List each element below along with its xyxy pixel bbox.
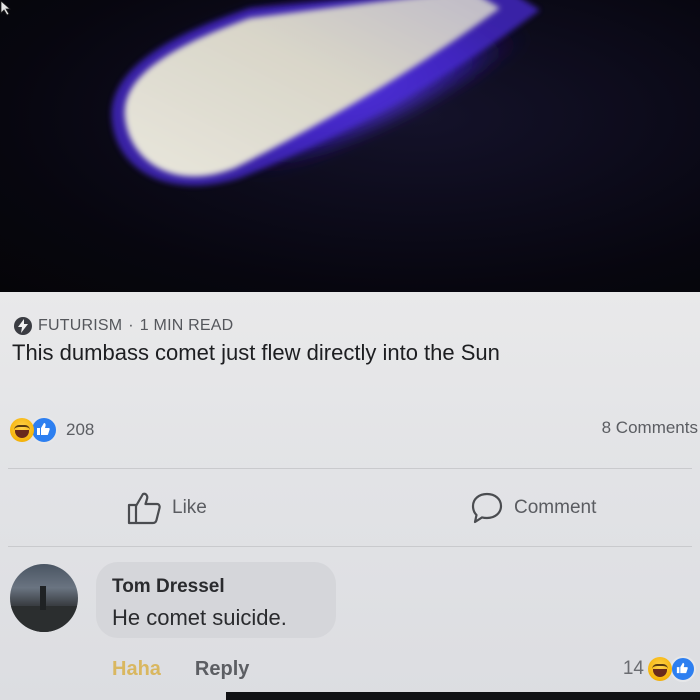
reply-button[interactable]: Reply: [195, 658, 249, 681]
comment-button[interactable]: Comment: [470, 488, 596, 528]
post-actions: Like Comment: [0, 488, 700, 528]
like-label: Like: [172, 497, 207, 518]
comment-text: He comet suicide.: [112, 605, 287, 630]
post-image[interactable]: [0, 0, 700, 292]
read-time: 1 MIN READ: [139, 317, 234, 334]
comet-image: [111, 0, 560, 187]
post-source[interactable]: FUTURISM · 1 MIN READ: [14, 316, 233, 336]
thumbs-up-outline-icon: [127, 492, 161, 525]
thumbs-up-icon: [670, 656, 696, 682]
source-name: FUTURISM: [38, 317, 123, 334]
divider: [8, 468, 692, 469]
comment-bubble: Tom Dressel He comet suicide.: [96, 562, 336, 638]
source-separator: ·: [128, 317, 134, 334]
divider: [8, 546, 692, 547]
post-card: FUTURISM · 1 MIN READ This dumbass comet…: [0, 292, 700, 700]
lightning-bolt-icon: [14, 317, 32, 335]
comment-actions: Haha Reply: [112, 658, 249, 681]
laughing-emoji-icon: [10, 418, 34, 442]
reaction-count: 208: [66, 420, 95, 439]
comments-count[interactable]: 8 Comments: [602, 418, 698, 438]
screen-bezel: [226, 692, 700, 700]
comment-reaction-summary[interactable]: 14: [623, 656, 696, 682]
haha-button[interactable]: Haha: [112, 658, 161, 681]
speech-bubble-icon: [471, 492, 503, 524]
thumbs-up-icon: [30, 416, 58, 444]
avatar[interactable]: [10, 564, 78, 632]
comment-reaction-count: 14: [622, 658, 644, 679]
post-headline[interactable]: This dumbass comet just flew directly in…: [12, 340, 692, 366]
reaction-summary[interactable]: 208: [10, 416, 94, 444]
mouse-pointer-icon: [0, 0, 12, 16]
comment-label: Comment: [514, 497, 597, 518]
laughing-emoji-icon: [648, 657, 672, 681]
comment-author[interactable]: Tom Dressel: [112, 576, 225, 598]
like-button[interactable]: Like: [126, 488, 207, 528]
